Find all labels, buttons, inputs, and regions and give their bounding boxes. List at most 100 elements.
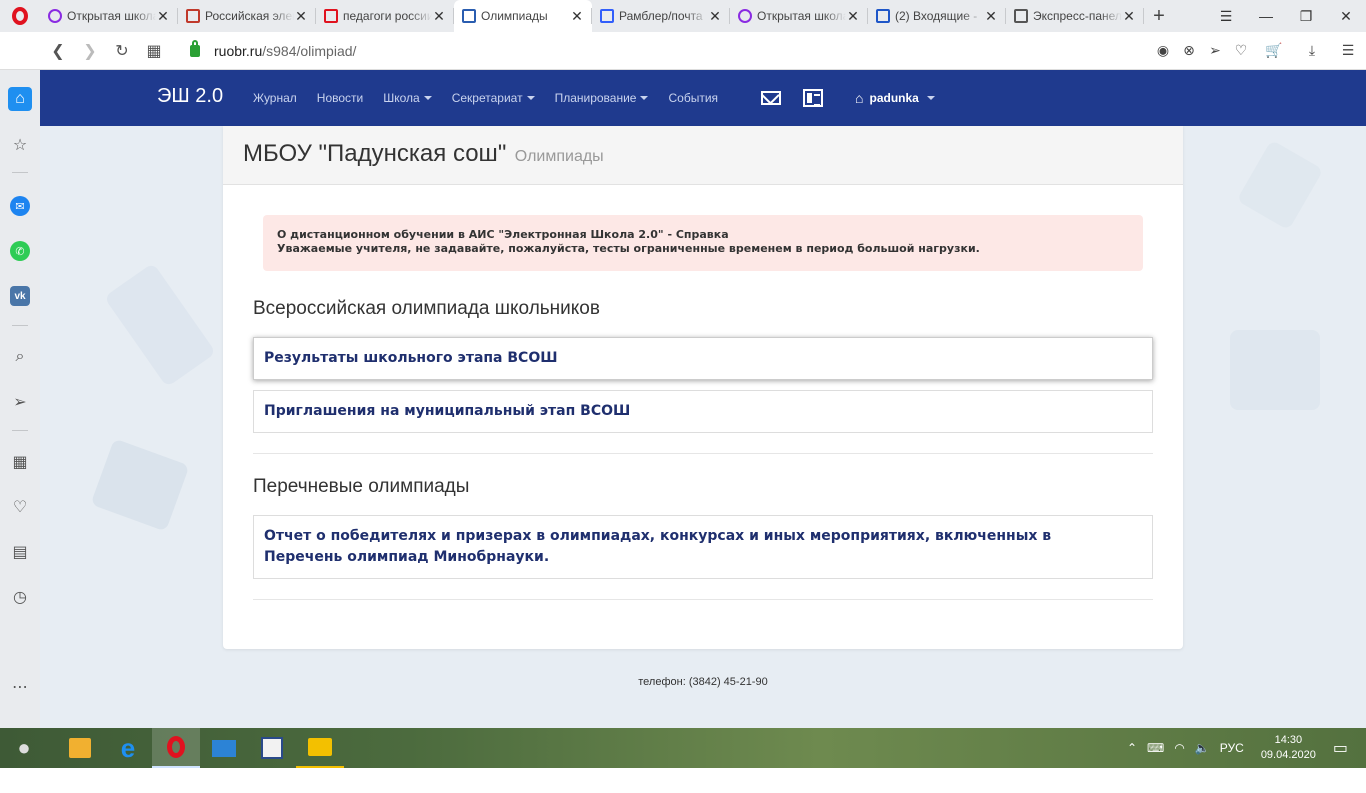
tabs-overview-icon[interactable]: ▦ <box>138 35 170 67</box>
url-field[interactable]: ruobr.ru/s984/olimpiad/ <box>214 43 356 59</box>
nav-item[interactable]: Секретариат <box>452 91 535 105</box>
tab-title: Открытая школа <box>67 9 156 23</box>
notifications-icon[interactable]: ▭ <box>1333 738 1348 758</box>
close-window-button[interactable]: ✕ <box>1326 0 1366 32</box>
nav-item[interactable]: События <box>668 91 718 105</box>
forward-button[interactable]: ❯ <box>74 35 106 67</box>
nav-item-label: Журнал <box>253 91 297 105</box>
clock-time: 14:30 <box>1274 734 1303 746</box>
close-tab-icon[interactable]: ✕ <box>570 8 584 25</box>
tab-title: Олимпиады <box>481 9 548 23</box>
new-tab-button[interactable]: + <box>1144 0 1174 32</box>
close-tab-icon[interactable]: ✕ <box>708 8 722 25</box>
envelope-icon[interactable] <box>761 91 782 105</box>
restore-button[interactable]: ❐ <box>1286 0 1326 32</box>
tab-menu-icon[interactable]: ☰ <box>1206 0 1246 32</box>
minimize-button[interactable]: — <box>1246 0 1286 32</box>
news-icon[interactable]: ▤ <box>8 540 32 564</box>
os-taskbar: ● e ⌃ ⌨ ◠ 🔈 РУС 14:30 09.04.2020 ▭ <box>0 728 1366 768</box>
more-icon[interactable]: ⋯ <box>8 675 32 699</box>
graph-icon <box>462 9 476 23</box>
close-tab-icon[interactable]: ✕ <box>984 8 998 25</box>
send-icon[interactable]: ➢ <box>1202 42 1228 59</box>
keyboard-icon[interactable]: ⌨ <box>1147 741 1164 755</box>
username: padunka <box>869 91 919 105</box>
back-button[interactable]: ❮ <box>42 35 74 67</box>
browser-tab[interactable]: Открытая школа ✕ <box>40 0 178 32</box>
main-menu: Журнал Новости Школа Секретариат Планировани… <box>253 70 935 126</box>
search-icon[interactable]: ⌕ <box>8 345 32 369</box>
site-navbar: ЭШ 2.0 Журнал Новости Школа Секретариат План… <box>40 70 1366 126</box>
nav-item[interactable]: Планирование <box>555 91 649 105</box>
close-tab-icon[interactable]: ✕ <box>294 8 308 25</box>
nav-item[interactable]: Школа <box>383 91 432 105</box>
link-municipal-invitations[interactable]: Приглашения на муниципальный этап ВСОШ <box>253 390 1153 433</box>
messenger-icon[interactable]: ✉ <box>10 196 30 216</box>
tab-title: Рамблер/почта <box>619 9 703 23</box>
opera-sidebar: ⌂ ☆ ✉ ✆ vk ⌕ ➢ ▦ ♡ ▤ ◷ ⋯ <box>0 70 40 728</box>
language-indicator[interactable]: РУС <box>1220 741 1244 755</box>
opera-icon <box>738 9 752 23</box>
whatsapp-icon[interactable]: ✆ <box>10 241 30 261</box>
browser-tab[interactable]: Олимпиады ✕ <box>454 0 592 32</box>
lock-icon <box>190 39 200 57</box>
browser-tab[interactable]: Открытая школа ✕ <box>730 0 868 32</box>
easy-setup-icon[interactable]: ☰ <box>1330 42 1366 59</box>
screen-bottom <box>0 768 1366 793</box>
browser-tab[interactable]: (2) Входящие - ✕ <box>868 0 1006 32</box>
section-heading-list: Перечневые олимпиады <box>253 476 470 497</box>
mail-icon <box>600 9 614 23</box>
tab-title: педагоги россии <box>343 9 432 23</box>
url-path: /s984/olimpiad/ <box>262 42 357 59</box>
chevron-down-icon <box>926 96 935 100</box>
pen-icon <box>186 9 200 23</box>
wifi-icon[interactable]: ◠ <box>1174 741 1184 755</box>
nav-item[interactable]: Новости <box>317 91 363 105</box>
shield-app-icon[interactable] <box>248 728 296 768</box>
alert-line-1[interactable]: О дистанционном обучении в АИС "Электрон… <box>277 228 1129 242</box>
page-subtitle: Олимпиады <box>514 148 604 165</box>
bookmarks-icon[interactable]: ☆ <box>8 133 32 157</box>
tab-title: Экспресс-панель <box>1033 9 1122 23</box>
section-heading-vsosh: Всероссийская олимпиада школьников <box>253 298 600 319</box>
site-brand[interactable]: ЭШ 2.0 <box>157 85 223 108</box>
volume-icon[interactable]: 🔈 <box>1195 741 1210 755</box>
store-icon[interactable] <box>56 728 104 768</box>
browser-tab[interactable]: Рамблер/почта ✕ <box>592 0 730 32</box>
history-icon[interactable]: ◷ <box>8 585 32 609</box>
close-tab-icon[interactable]: ✕ <box>156 8 170 25</box>
start-button[interactable]: ● <box>0 728 48 768</box>
yandex-icon <box>324 9 338 23</box>
mail-app-icon[interactable] <box>200 728 248 768</box>
cart-icon[interactable]: 🛒 <box>1254 42 1294 59</box>
newspaper-icon[interactable] <box>803 89 824 107</box>
reload-button[interactable]: ↻ <box>106 35 138 67</box>
speed-dial-icon[interactable]: ▦ <box>8 450 32 474</box>
page-title: МБОУ "Падунская сош" <box>243 140 507 167</box>
clock[interactable]: 14:30 09.04.2020 <box>1261 733 1316 763</box>
browser-tab[interactable]: Российская электронная✕ <box>178 0 316 32</box>
edge-icon[interactable]: e <box>104 728 152 768</box>
nav-item[interactable]: Журнал <box>253 91 297 105</box>
vk-icon[interactable]: vk <box>10 286 30 306</box>
flow-icon[interactable]: ➢ <box>8 390 32 414</box>
home-icon[interactable]: ⌂ <box>8 87 32 111</box>
opera-menu-icon[interactable] <box>0 0 40 32</box>
close-tab-icon[interactable]: ✕ <box>1122 8 1136 25</box>
opera-taskbar-icon[interactable] <box>152 728 200 768</box>
browser-tab[interactable]: Экспресс-панель ✕ <box>1006 0 1144 32</box>
browser-tab[interactable]: педагоги россии ✕ <box>316 0 454 32</box>
user-menu[interactable]: ⌂ padunka <box>855 90 935 106</box>
favorites-icon[interactable]: ♡ <box>8 495 32 519</box>
link-school-results[interactable]: Результаты школьного этапа ВСОШ <box>253 337 1153 380</box>
download-icon[interactable]: ⤓ <box>1294 42 1330 59</box>
close-tab-icon[interactable]: ✕ <box>846 8 860 25</box>
close-tab-icon[interactable]: ✕ <box>432 8 446 25</box>
camera-icon[interactable]: ◉ <box>1150 42 1176 59</box>
web-page: ЭШ 2.0 Журнал Новости Школа Секретариат План… <box>40 70 1366 728</box>
link-list-report[interactable]: Отчет о победителях и призерах в олимпиа… <box>253 515 1153 579</box>
heart-icon[interactable]: ♡ <box>1228 42 1254 59</box>
chevron-up-icon[interactable]: ⌃ <box>1127 741 1137 755</box>
adblock-icon[interactable]: ⊗ <box>1176 42 1202 59</box>
file-explorer-icon[interactable] <box>296 728 344 768</box>
